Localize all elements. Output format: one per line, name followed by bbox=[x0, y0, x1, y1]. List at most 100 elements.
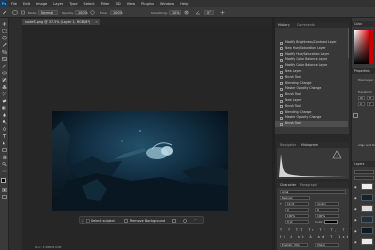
marquee-tool-icon[interactable] bbox=[2, 29, 7, 33]
kerning-field[interactable]: 0 bbox=[285, 208, 309, 212]
font-style-field[interactable]: Regular bbox=[280, 196, 310, 200]
menu-plugins[interactable]: Plugins bbox=[138, 2, 157, 6]
visibility-eye-icon[interactable]: ◉ bbox=[354, 207, 357, 211]
visibility-eye-icon[interactable]: ◉ bbox=[354, 229, 357, 233]
canvas-area[interactable]: Select subject Remove Background ··· bbox=[22, 25, 272, 250]
menu-help[interactable]: Help bbox=[177, 2, 191, 6]
tab-color[interactable]: Color bbox=[354, 22, 362, 26]
eyedropper-tool-icon[interactable] bbox=[2, 64, 7, 68]
flow-field[interactable]: 100% bbox=[110, 10, 123, 15]
lasso-tool-icon[interactable] bbox=[2, 36, 7, 40]
menu-filter[interactable]: Filter bbox=[98, 2, 113, 6]
mask-icon[interactable] bbox=[183, 219, 187, 223]
layer-row[interactable]: ◉ bbox=[352, 204, 375, 213]
brush-tool-icon[interactable] bbox=[2, 10, 7, 15]
layer-filter-field[interactable] bbox=[354, 170, 374, 174]
layer-row[interactable]: ◉ bbox=[352, 193, 375, 202]
symmetry-icon[interactable] bbox=[220, 10, 225, 15]
history-brush-icon[interactable] bbox=[2, 92, 7, 96]
quick-select-tool-icon[interactable] bbox=[2, 43, 7, 47]
hand-tool-icon[interactable] bbox=[2, 155, 7, 159]
transform-icon[interactable] bbox=[172, 219, 176, 223]
y-field[interactable]: Y bbox=[367, 102, 374, 106]
layer-row[interactable]: ◉ bbox=[352, 226, 375, 235]
visibility-eye-icon[interactable]: ◉ bbox=[354, 196, 357, 200]
text-color-swatch[interactable] bbox=[324, 220, 338, 224]
visibility-eye-icon[interactable]: ◉ bbox=[354, 218, 357, 222]
rotate-icon[interactable] bbox=[353, 113, 358, 118]
foreground-color-swatch[interactable] bbox=[1, 178, 6, 183]
healing-brush-icon[interactable] bbox=[2, 71, 7, 75]
tracking-field[interactable]: 0 bbox=[315, 208, 339, 212]
antialias-field[interactable]: Sharp bbox=[315, 243, 339, 247]
font-family-field[interactable]: Arial bbox=[280, 190, 346, 194]
remove-background-icon[interactable] bbox=[124, 219, 128, 223]
frame-tool-icon[interactable] bbox=[2, 57, 7, 61]
tab-layers[interactable]: Layers bbox=[354, 162, 364, 166]
menu-view[interactable]: View bbox=[124, 2, 139, 6]
eraser-tool-icon[interactable] bbox=[2, 99, 7, 103]
more-options-icon[interactable]: ··· bbox=[194, 218, 197, 222]
color-picker-field[interactable] bbox=[354, 30, 373, 64]
dodge-tool-icon[interactable] bbox=[2, 120, 7, 124]
more-tools-icon[interactable] bbox=[2, 169, 7, 173]
width-field[interactable]: W bbox=[358, 96, 365, 100]
text-style-buttons[interactable]: T T TT Tr T' T, T T bbox=[280, 228, 352, 233]
leading-field[interactable]: (Auto) bbox=[315, 202, 339, 206]
move-tool-icon[interactable] bbox=[2, 22, 7, 26]
vertical-scale-field[interactable]: 100% bbox=[285, 214, 309, 218]
gradient-tool-icon[interactable] bbox=[2, 106, 7, 110]
mode-select[interactable]: Normal bbox=[38, 10, 58, 15]
menu-layer[interactable]: Layer bbox=[50, 2, 66, 6]
path-selection-icon[interactable] bbox=[2, 141, 7, 145]
type-tool-icon[interactable] bbox=[2, 134, 7, 138]
crop-tool-icon[interactable] bbox=[2, 50, 7, 54]
x-field[interactable]: X bbox=[358, 102, 365, 106]
smoothing-field[interactable]: 10% bbox=[169, 10, 181, 15]
brush-settings-icon[interactable] bbox=[21, 10, 25, 15]
menu-window[interactable]: Window bbox=[157, 2, 177, 6]
tab-properties[interactable]: Properties bbox=[354, 69, 370, 73]
pen-tool-icon[interactable] bbox=[2, 127, 7, 131]
rectangle-tool-icon[interactable] bbox=[2, 148, 7, 152]
select-subject-button[interactable]: Select subject bbox=[91, 219, 115, 223]
zoom-tool-icon[interactable] bbox=[2, 162, 7, 166]
menu-file[interactable]: File bbox=[8, 2, 20, 6]
layer-row[interactable]: ◉ bbox=[352, 182, 375, 191]
layers-panel-header: Layers bbox=[352, 161, 375, 167]
menu-select[interactable]: Select bbox=[81, 2, 98, 6]
angle-field[interactable]: 0° bbox=[204, 10, 214, 15]
select-subject-icon[interactable] bbox=[86, 219, 90, 223]
blend-mode-field[interactable] bbox=[354, 176, 374, 180]
angle-icon[interactable] bbox=[195, 10, 201, 15]
history-item[interactable]: Brush Tool bbox=[275, 121, 348, 127]
gear-icon[interactable] bbox=[184, 10, 189, 15]
height-field[interactable]: H bbox=[367, 96, 374, 100]
font-size-field[interactable]: 12 pt bbox=[285, 202, 309, 206]
screen-mode-icon[interactable] bbox=[2, 195, 7, 199]
baseline-shift-field[interactable]: 0 pt bbox=[285, 220, 309, 224]
opentype-buttons[interactable]: fi ∂ st A ad T 1st ½ bbox=[280, 235, 357, 240]
history-scrollbar[interactable] bbox=[347, 28, 349, 58]
pressure-opacity-icon[interactable] bbox=[90, 10, 95, 15]
document-image[interactable] bbox=[52, 111, 228, 211]
blur-tool-icon[interactable] bbox=[2, 113, 7, 117]
menu-type[interactable]: Type bbox=[66, 2, 80, 6]
quick-mask-icon[interactable] bbox=[2, 188, 7, 192]
menu-image[interactable]: Image bbox=[33, 2, 50, 6]
layer-row[interactable]: ◉ bbox=[352, 237, 375, 246]
brush-size-icon[interactable] bbox=[12, 10, 18, 15]
remove-background-button[interactable]: Remove Background bbox=[130, 219, 165, 223]
language-field[interactable]: English: USA bbox=[280, 243, 308, 247]
horizontal-scale-field[interactable]: 100% bbox=[315, 214, 339, 218]
layer-row[interactable]: ◉ bbox=[352, 215, 375, 224]
drag-handle-icon[interactable] bbox=[81, 219, 84, 224]
visibility-eye-icon[interactable]: ◉ bbox=[354, 240, 357, 244]
opacity-field[interactable]: 100% bbox=[75, 10, 88, 15]
brush-tool-selected-icon[interactable] bbox=[2, 78, 7, 82]
visibility-eye-icon[interactable]: ◉ bbox=[354, 185, 357, 189]
doc-size-status: Doc: 3.98M/8.64M bbox=[35, 245, 62, 249]
clone-stamp-icon[interactable] bbox=[2, 85, 7, 89]
menu-edit[interactable]: Edit bbox=[20, 2, 33, 6]
menu-3d[interactable]: 3D bbox=[113, 2, 124, 6]
